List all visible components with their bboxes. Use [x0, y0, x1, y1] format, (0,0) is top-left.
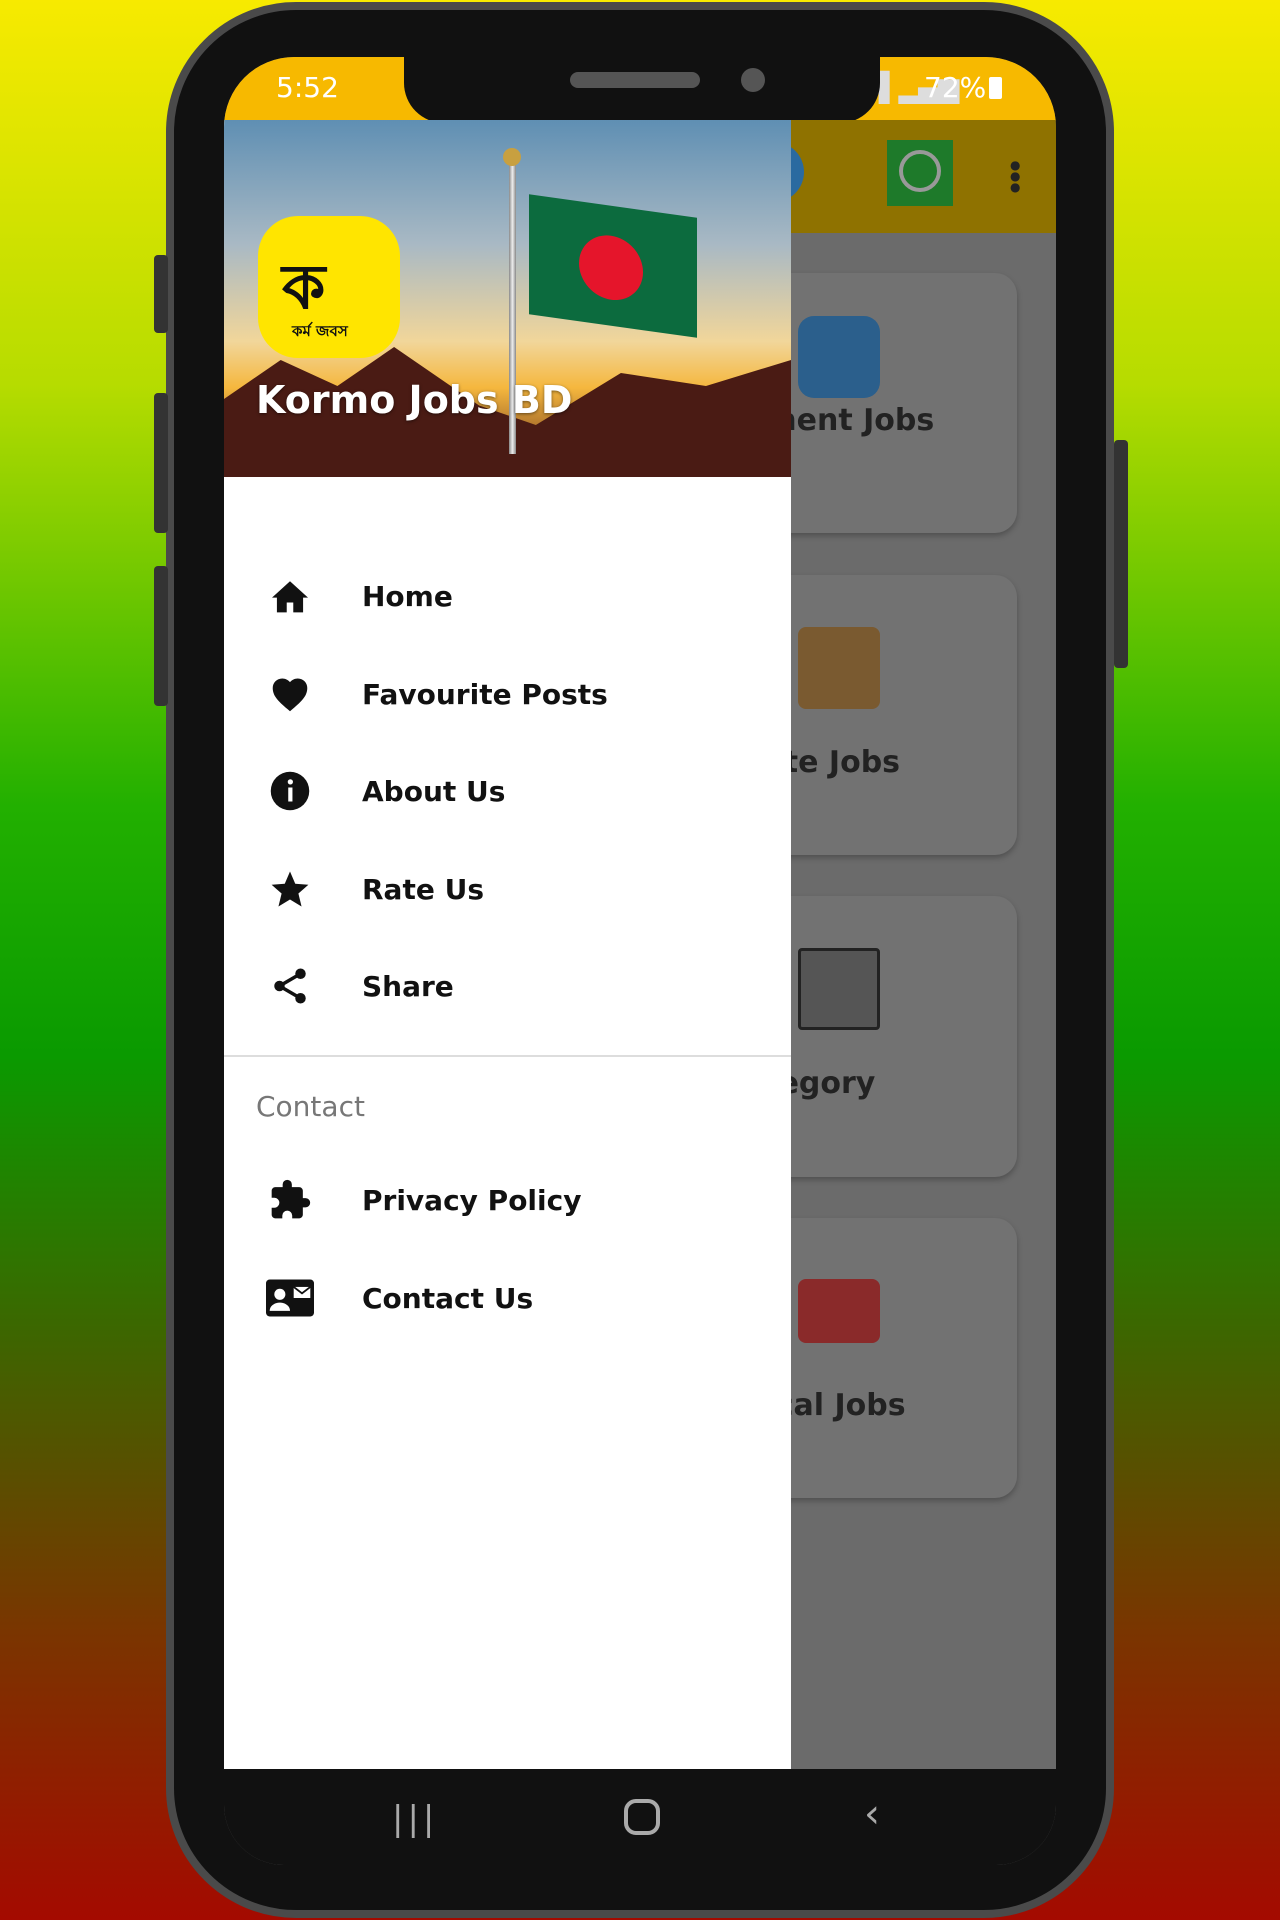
puzzle-icon: [266, 1176, 314, 1224]
screen: 5:52 ▌▂▄▆ 72% ➤ ●●● nment Jobs vate Jobs…: [224, 57, 1056, 1865]
side-button: [154, 393, 168, 533]
section-title-contact: Contact: [256, 1090, 365, 1123]
first-aid-kit-icon: [798, 1279, 880, 1343]
star-icon: [266, 865, 314, 913]
menu-item-privacy-policy[interactable]: Privacy Policy: [224, 1160, 791, 1240]
drawer-header: ক কর্ম জবস Kormo Jobs BD: [224, 120, 791, 477]
info-icon: [266, 767, 314, 815]
menu-item-favourite-posts[interactable]: Favourite Posts: [224, 654, 791, 734]
home-button[interactable]: [624, 1799, 660, 1835]
share-icon: [266, 962, 314, 1010]
app-title: Kormo Jobs BD: [256, 378, 573, 422]
battery-icon: [989, 77, 1002, 99]
menu-item-about-us[interactable]: About Us: [224, 751, 791, 831]
businessman-icon: [798, 627, 880, 709]
status-time: 5:52: [276, 71, 339, 104]
power-button: [1114, 440, 1128, 668]
navigation-drawer: ক কর্ম জবস Kormo Jobs BD Home Favourite …: [224, 120, 791, 1770]
back-button[interactable]: ‹: [864, 1791, 880, 1837]
menu-item-share[interactable]: Share: [224, 946, 791, 1026]
bangladesh-flag-image: [529, 194, 697, 338]
heart-icon: [266, 670, 314, 718]
home-icon: [266, 572, 314, 620]
app-logo: ক কর্ম জবস: [258, 216, 400, 358]
whatsapp-icon[interactable]: [887, 140, 953, 206]
category-grid-icon: [798, 948, 880, 1030]
recent-apps-button[interactable]: |||: [392, 1799, 438, 1839]
more-vert-icon[interactable]: ● ● ●: [1010, 159, 1020, 193]
menu-item-home[interactable]: Home: [224, 556, 791, 636]
side-button: [154, 255, 168, 333]
divider: [224, 1055, 791, 1057]
notch: [404, 57, 880, 123]
side-button: [154, 566, 168, 706]
contact-card-icon: [266, 1274, 314, 1322]
menu-item-rate-us[interactable]: Rate Us: [224, 849, 791, 929]
menu-item-contact-us[interactable]: Contact Us: [224, 1258, 791, 1338]
graduate-icon: [798, 316, 880, 398]
battery-level: 72%: [924, 71, 987, 104]
system-nav-bar: ||| ‹: [224, 1769, 1056, 1865]
